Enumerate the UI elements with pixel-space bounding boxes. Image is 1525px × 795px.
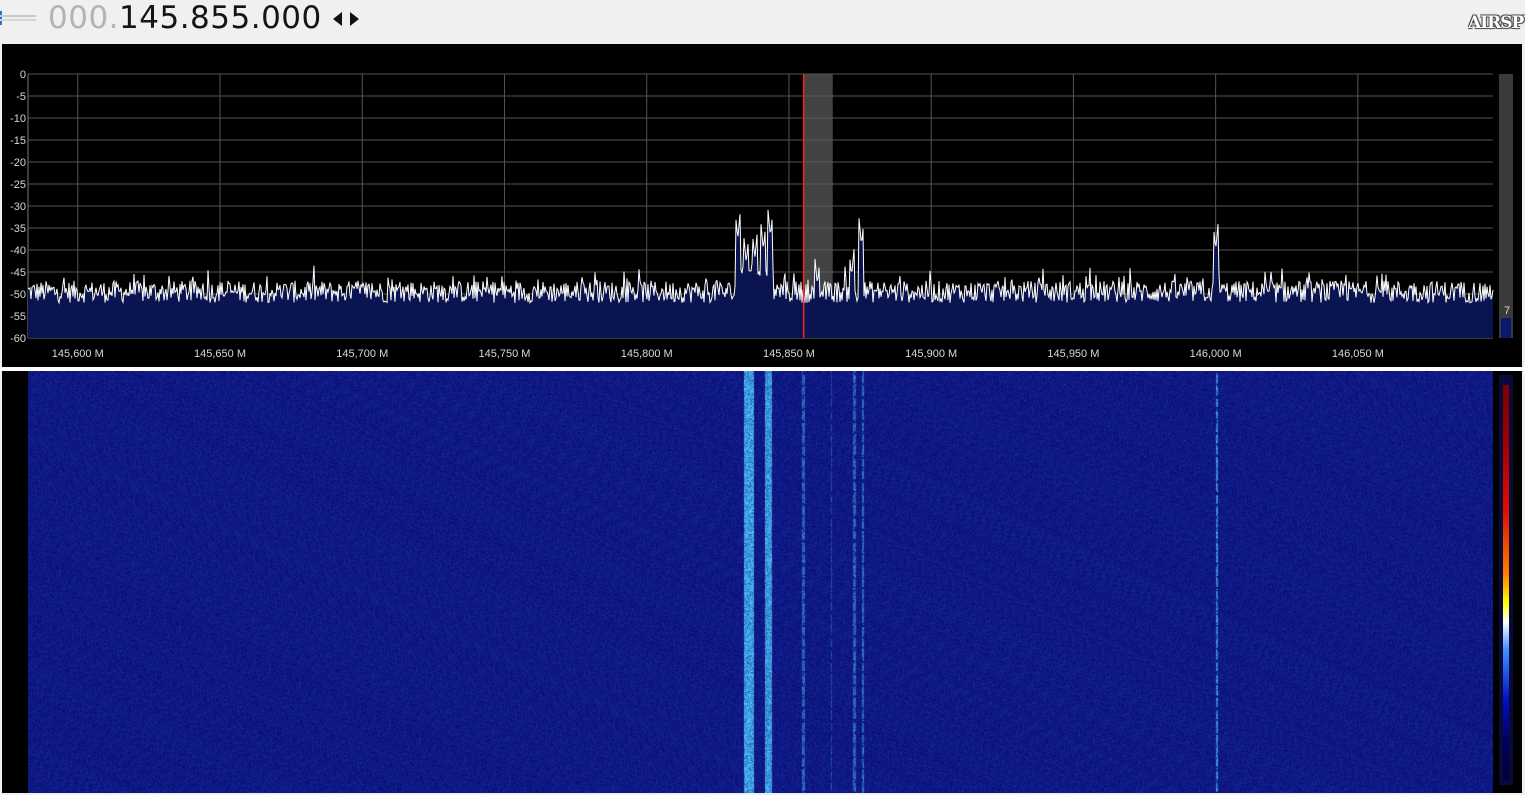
frequency-value[interactable]: 145.855.000 (119, 0, 322, 36)
frequency-display[interactable]: 000.145.855.000 (48, 0, 322, 40)
splitter-grip[interactable] (0, 11, 36, 25)
level-scale-track[interactable] (1499, 74, 1513, 338)
spectrum-plot[interactable]: 0 -5 -10 -15 -20 -25 -30 -35 -40 -45 -50 -55 -60 145,… (2, 44, 1522, 367)
level-scale-fill (1501, 318, 1511, 338)
waterfall-canvas[interactable] (28, 371, 1493, 793)
spectrum-trace-layer (27, 209, 1494, 338)
freq-tick-label: 145,800 M (621, 348, 673, 360)
frequency-prefix[interactable]: 000. (48, 0, 119, 36)
freq-tick-label: 145,750 M (478, 348, 530, 360)
freq-tick-label: 145,650 M (194, 348, 246, 360)
level-scale-layer: 7 (1499, 74, 1513, 338)
colormap-bar (1499, 375, 1513, 785)
db-tick-label: -40 (10, 245, 26, 257)
freq-tick-label: 145,600 M (52, 348, 104, 360)
db-tick-label: -30 (10, 201, 26, 213)
freq-tick-label: 145,900 M (905, 348, 957, 360)
freq-tick-label: 145,950 M (1047, 348, 1099, 360)
db-tick-label: -5 (16, 91, 26, 103)
db-tick-label: -55 (10, 311, 26, 323)
db-tick-label: -20 (10, 157, 26, 169)
freq-tick-label: 145,700 M (336, 348, 388, 360)
db-tick-label: -50 (10, 289, 26, 301)
level-scale-value: 7 (1504, 305, 1510, 317)
colormap-gradient (1503, 385, 1509, 780)
freq-tick-label: 146,000 M (1190, 348, 1242, 360)
toolbar: 000.145.855.000 AIRSPY (0, 0, 1525, 42)
db-tick-label: -25 (10, 179, 26, 191)
db-tick-label: -35 (10, 223, 26, 235)
freq-tick-label: 146,050 M (1332, 348, 1384, 360)
waterfall-display[interactable] (2, 371, 1522, 793)
db-tick-label: -45 (10, 267, 26, 279)
db-tick-label: -10 (10, 113, 26, 125)
spectrum-analyzer[interactable]: 0 -5 -10 -15 -20 -25 -30 -35 -40 -45 -50 -55 -60 145,… (2, 44, 1522, 367)
db-tick-label: -60 (10, 333, 26, 345)
left-right-triangle-arrows-icon[interactable] (332, 8, 360, 30)
airspy-logo: AIRSPY (1468, 13, 1525, 33)
db-tick-label: 0 (20, 69, 26, 81)
freq-tick-label: 145,850 M (763, 348, 815, 360)
db-tick-label: -15 (10, 135, 26, 147)
